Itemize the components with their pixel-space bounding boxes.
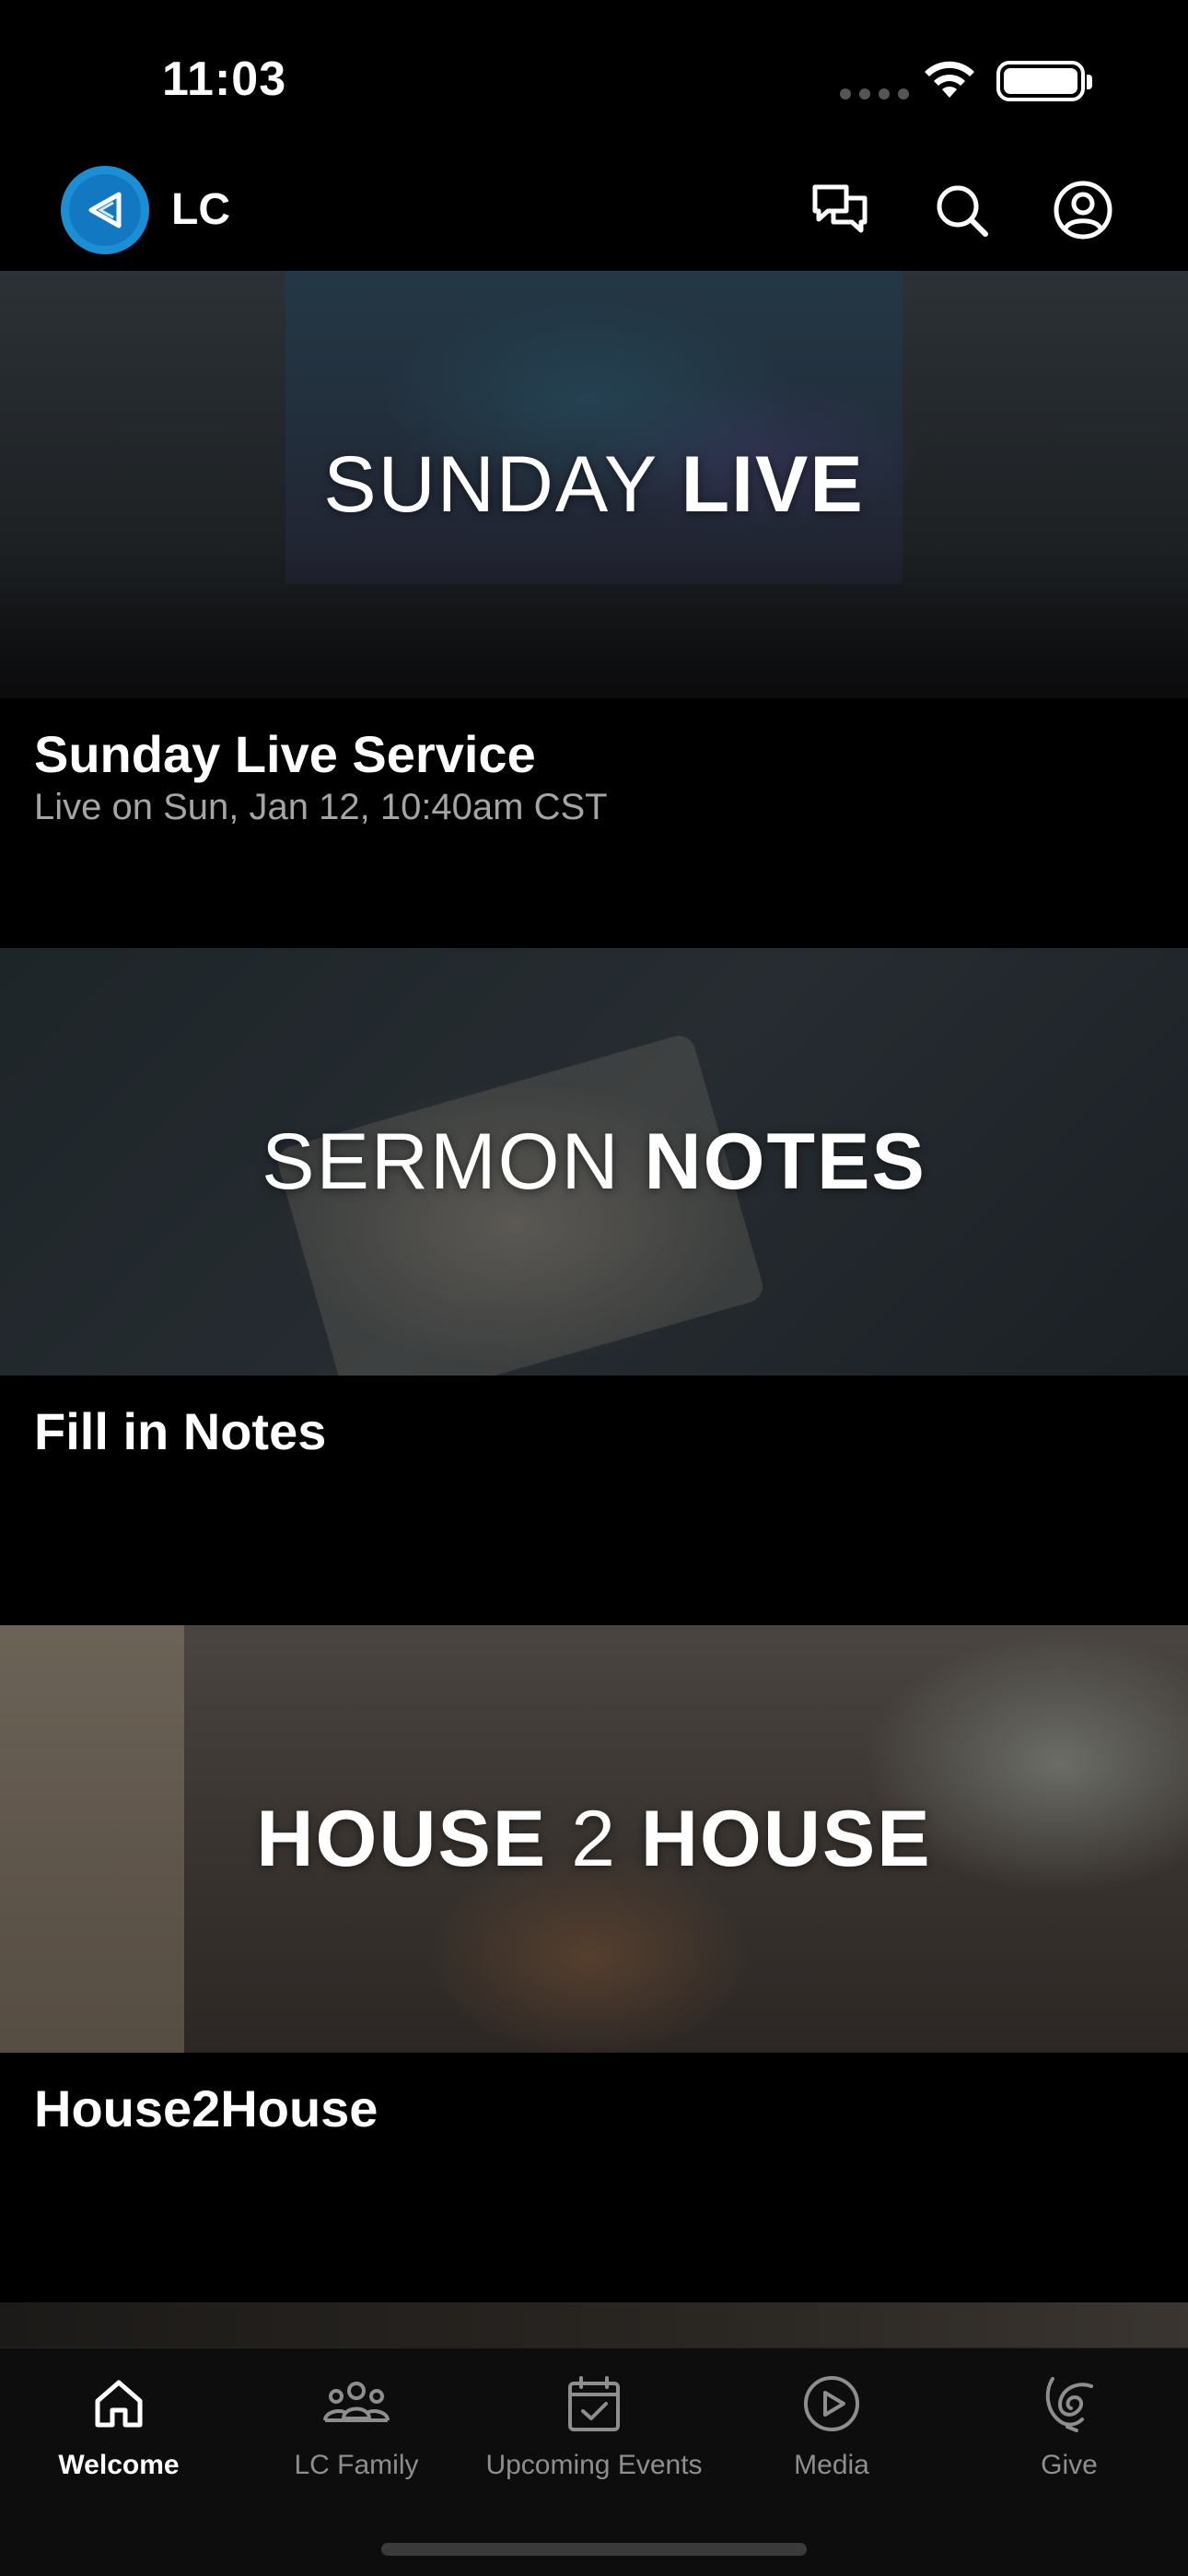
profile-button[interactable] (1050, 177, 1116, 243)
tab-bar: Welcome LC Family Upcoming Events Media … (0, 2348, 1188, 2576)
tab-label: Welcome (58, 2450, 180, 2480)
tab-welcome[interactable]: Welcome (0, 2367, 238, 2505)
sunday-live-banner: SUNDAY LIVE (0, 271, 1188, 698)
feed-card-sunday-live[interactable]: SUNDAY LIVE Sunday Live Service Live on … (0, 271, 1188, 948)
battery-icon (996, 61, 1092, 101)
tab-label: Give (1041, 2450, 1098, 2480)
logo-triangle-icon (88, 192, 122, 228)
feed-card-sermon-notes[interactable]: SERMON NOTES Fill in Notes (0, 948, 1188, 1625)
search-icon (937, 185, 988, 237)
status-bar: 11:03 (0, 0, 1188, 157)
app-header: LC (0, 157, 1188, 271)
chat-bubbles-icon (812, 184, 868, 233)
search-button[interactable] (928, 177, 995, 243)
app-name: LC (171, 185, 230, 234)
sermon-notes-banner: SERMON NOTES (0, 948, 1188, 1376)
tab-give[interactable]: Give (950, 2367, 1188, 2505)
card-title: Fill in Notes (34, 1402, 327, 1460)
banner-title: HOUSE 2 HOUSE (256, 1794, 932, 1883)
home-indicator[interactable] (381, 2543, 807, 2556)
banner-title: SUNDAY LIVE (323, 439, 865, 529)
messages-button[interactable] (807, 177, 873, 243)
wifi-icon (925, 61, 974, 98)
tab-media[interactable]: Media (713, 2367, 950, 2505)
card-title: Sunday Live Service (34, 725, 536, 783)
people-icon (323, 2382, 390, 2422)
home-icon (95, 2380, 143, 2428)
play-circle-icon (804, 2376, 859, 2431)
tab-label: LC Family (294, 2450, 419, 2480)
tab-label: Media (794, 2450, 869, 2480)
status-time: 11:03 (162, 53, 287, 106)
feed-card-house2house[interactable]: HOUSE 2 HOUSE House2House (0, 1625, 1188, 2302)
tab-upcoming-events[interactable]: Upcoming Events (475, 2367, 713, 2505)
cellular-signal-icon (840, 88, 909, 100)
house-2-house-banner: HOUSE 2 HOUSE (0, 1625, 1188, 2053)
banner-title: SERMON NOTES (262, 1117, 926, 1206)
card-subtitle: Live on Sun, Jan 12, 10:40am CST (34, 787, 608, 827)
tab-label: Upcoming Events (485, 2450, 703, 2480)
church-logo[interactable] (61, 166, 149, 254)
next-card-banner-peek[interactable] (0, 2302, 1188, 2348)
tab-lc-family[interactable]: LC Family (238, 2367, 475, 2505)
give-icon (1045, 2377, 1093, 2432)
card-title: House2House (34, 2079, 379, 2137)
account-icon (1054, 181, 1112, 240)
content-feed: SUNDAY LIVE Sunday Live Service Live on … (0, 271, 1188, 2302)
calendar-check-icon (568, 2376, 620, 2431)
